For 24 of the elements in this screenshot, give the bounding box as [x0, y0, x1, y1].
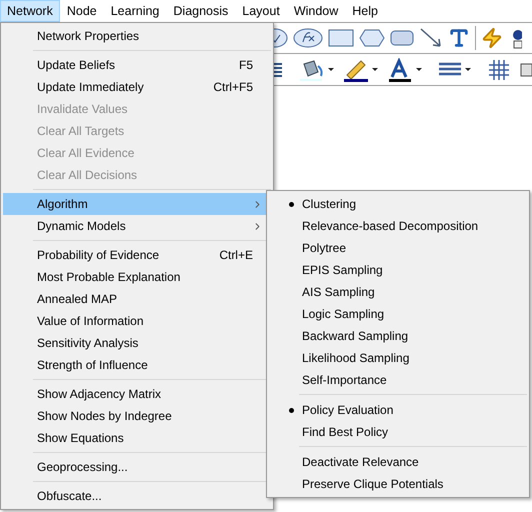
menu-item[interactable]: Logic Sampling: [269, 303, 527, 325]
menu-item[interactable]: EPIS Sampling: [269, 259, 527, 281]
menu-bar-item[interactable]: Learning: [104, 0, 166, 22]
menu-item[interactable]: Policy Evaluation: [269, 399, 527, 421]
menu-item[interactable]: Update Beliefs F5: [3, 54, 271, 76]
menu-item[interactable]: Relevance-based Decomposition: [269, 215, 527, 237]
menu-item[interactable]: Find Best Policy: [269, 421, 527, 443]
menu-bar-item[interactable]: Network: [0, 0, 60, 22]
menu-item[interactable]: Clustering: [269, 193, 527, 215]
menu-item[interactable]: Dynamic Models: [3, 215, 271, 237]
menu-bar-item[interactable]: Help: [345, 0, 385, 22]
menu-bar-item[interactable]: Window: [286, 0, 346, 22]
menu-item[interactable]: Network Properties: [3, 25, 271, 47]
menu-item[interactable]: Update Immediately Ctrl+F5: [3, 76, 271, 98]
menu-item[interactable]: Likelihood Sampling: [269, 347, 527, 369]
menu-bar-item[interactable]: Node: [60, 0, 104, 22]
menu-item[interactable]: Preserve Clique Potentials: [269, 473, 527, 495]
menu-item[interactable]: Deactivate Relevance: [269, 451, 527, 473]
menu-bar-item[interactable]: Layout: [235, 0, 287, 22]
menu-bar-item[interactable]: Diagnosis: [166, 0, 236, 22]
menu-item[interactable]: Self-Importance: [269, 369, 527, 391]
menu-item[interactable]: AIS Sampling: [269, 281, 527, 303]
menu-item[interactable]: Backward Sampling: [269, 325, 527, 347]
menu-item[interactable]: Polytree: [269, 237, 527, 259]
